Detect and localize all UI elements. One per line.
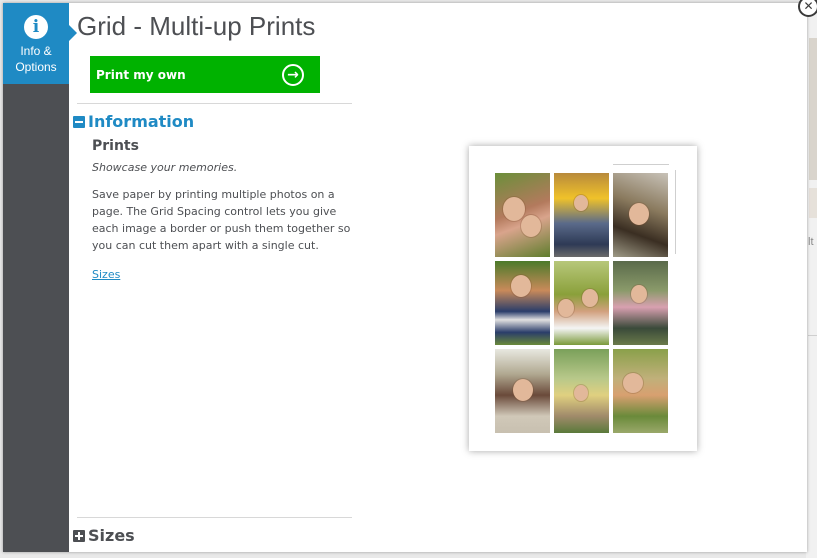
sidebar: i Info & Options xyxy=(3,3,77,552)
product-description: Save paper by printing multiple photos o… xyxy=(92,188,351,252)
sizes-heading: Sizes xyxy=(88,526,135,545)
preview-photo-9 xyxy=(613,349,668,433)
print-preview xyxy=(469,146,697,451)
background-divider xyxy=(808,335,817,336)
product-info-dialog: i Info & Options Grid - Multi-up Prints … xyxy=(3,0,817,552)
sizes-link[interactable]: Sizes xyxy=(92,268,120,281)
minus-box-icon xyxy=(73,115,85,128)
grid-spacing-guide xyxy=(613,164,669,165)
preview-photo-8 xyxy=(554,349,609,433)
divider xyxy=(77,103,352,104)
background-photo xyxy=(809,38,817,180)
product-title: Prints xyxy=(92,138,139,154)
arrow-right-circle-icon: → xyxy=(282,64,304,86)
preview-photo-2 xyxy=(554,173,609,257)
plus-box-icon xyxy=(73,529,85,542)
product-tagline: Showcase your memories. xyxy=(92,161,238,174)
preview-photo-5 xyxy=(554,261,609,345)
preview-photo-4 xyxy=(495,261,550,345)
preview-photo-6 xyxy=(613,261,668,345)
info-icon: i xyxy=(24,15,48,39)
grid-spacing-guide xyxy=(675,170,676,254)
divider xyxy=(77,517,352,518)
info-options-tab[interactable]: i Info & Options xyxy=(3,3,77,84)
background-text: lt xyxy=(808,236,814,248)
preview-photo-3 xyxy=(613,173,668,257)
dialog-title: Grid - Multi-up Prints xyxy=(77,11,316,41)
info-options-label: Info & Options xyxy=(15,44,57,74)
information-heading: Information xyxy=(88,112,195,131)
information-section-toggle[interactable]: Information xyxy=(73,112,194,131)
preview-photo-1 xyxy=(495,173,550,257)
close-icon[interactable]: ✕ xyxy=(798,0,817,17)
preview-photo-7 xyxy=(495,349,550,433)
sizes-section-toggle[interactable]: Sizes xyxy=(73,526,135,545)
background-photo xyxy=(809,188,817,218)
print-my-own-label: Print my own xyxy=(96,67,186,82)
print-my-own-button[interactable]: Print my own → xyxy=(90,56,320,93)
